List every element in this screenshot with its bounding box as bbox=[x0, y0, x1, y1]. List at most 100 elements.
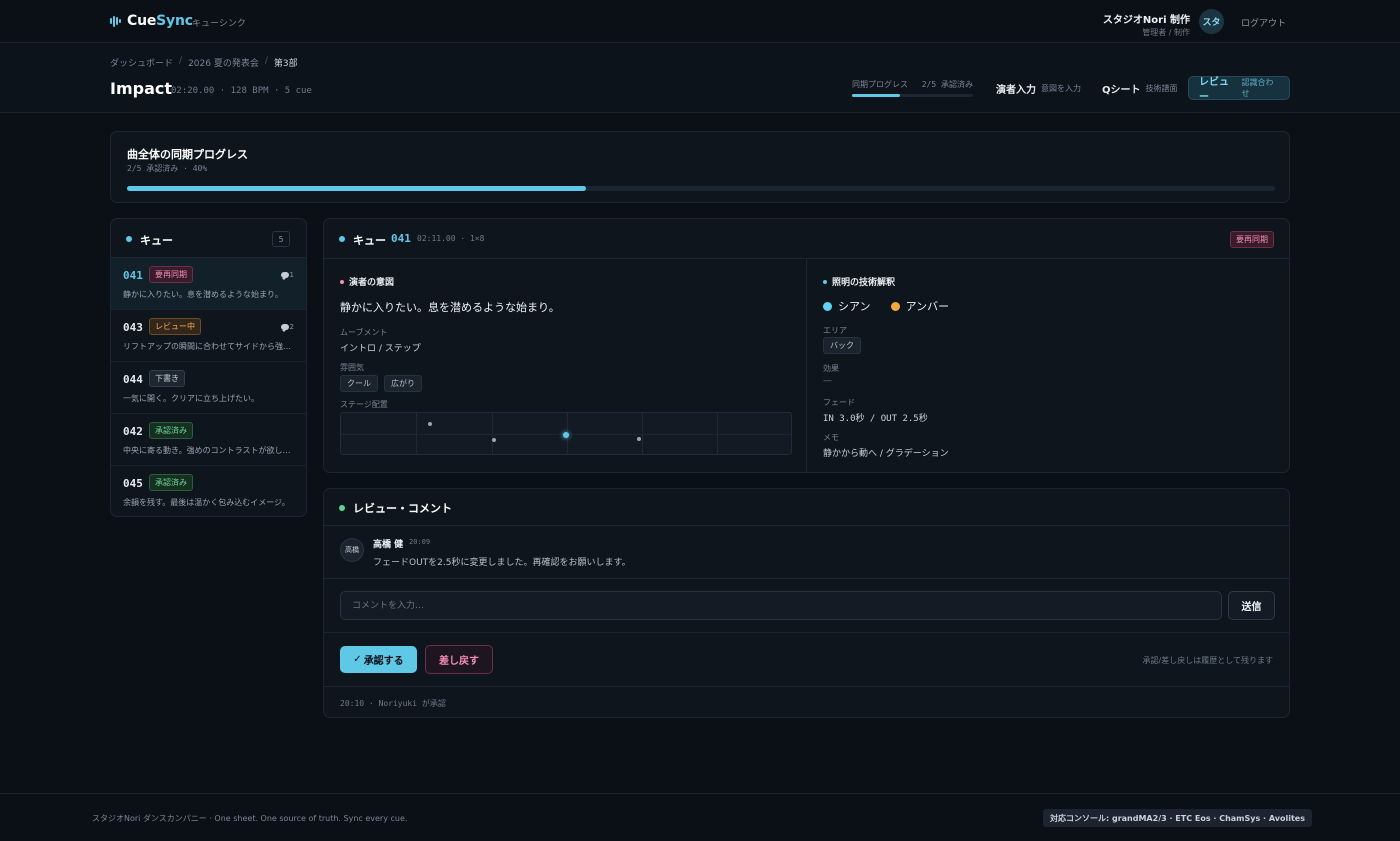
comment-icon bbox=[280, 324, 289, 332]
check-icon: ✓ bbox=[353, 654, 362, 665]
cue-number: 044 bbox=[123, 373, 143, 386]
fade-value: IN 3.0秒 / OUT 2.5秒 bbox=[823, 414, 928, 424]
comment-author: 高橋 健 bbox=[373, 540, 404, 550]
performer-intent-section: 演者の意図 静かに入りたい。息を潜めるような始まり。 ムーブメント イントロ /… bbox=[324, 259, 807, 473]
approve-button[interactable]: ✓ 承認する bbox=[340, 646, 417, 673]
nav-qsheet-label: Qシート bbox=[1102, 84, 1141, 96]
app-logo[interactable]: CueSync bbox=[110, 13, 193, 29]
nav-qsheet[interactable]: Qシート 技術譜面 bbox=[1092, 76, 1188, 100]
status-badge: 承認済み bbox=[149, 422, 193, 439]
send-back-button[interactable]: 差し戻す bbox=[425, 645, 493, 674]
action-note: 承認/差し戻しは履歴として残ります bbox=[1142, 656, 1273, 665]
cue-list-item[interactable]: 043 レビュー中リフトアップの瞬間に合わせてサイドから強く当てたい。 2 bbox=[111, 310, 306, 362]
user-name: スタジオNori 制作 bbox=[1102, 15, 1190, 26]
cue-list-header: キュー 5 bbox=[111, 219, 306, 258]
breadcrumb-separator: / bbox=[179, 56, 183, 66]
color-swatch-icon bbox=[890, 301, 900, 311]
cue-list-item[interactable]: 045 承認済み 余韻を残す。最後は温かく包み込むイメージ。 bbox=[111, 466, 306, 516]
memo-label: メモ bbox=[823, 433, 839, 442]
cue-description: 一気に開く。クリアに立ち上げたい。 bbox=[123, 394, 259, 403]
intent-text: 静かに入りたい。息を潜めるような始まり。 bbox=[340, 301, 560, 314]
cue-count-badge: 5 bbox=[272, 231, 290, 247]
send-button[interactable]: 送信 bbox=[1228, 591, 1275, 620]
cue-number: 041 bbox=[123, 269, 143, 282]
status-badge: 下書き bbox=[149, 370, 185, 387]
stage-label: ステージ配置 bbox=[340, 400, 388, 409]
cue-number: 045 bbox=[123, 477, 143, 490]
cue-detail-number: 041 bbox=[391, 232, 411, 245]
cue-detail-dot-icon bbox=[339, 236, 345, 242]
sync-progress-status: 2/5 承認済み bbox=[921, 80, 973, 89]
sync-progress-label: 同期プログレス bbox=[852, 80, 908, 89]
status-badge: 承認済み bbox=[149, 474, 193, 491]
nav-performer-input-label: 演者入力 bbox=[996, 84, 1036, 96]
stage-diagram bbox=[340, 412, 792, 455]
stage-position-marker bbox=[492, 438, 496, 442]
cue-list-dot-icon bbox=[126, 236, 132, 242]
breadcrumb-dashboard[interactable]: ダッシュボード bbox=[110, 56, 173, 69]
nav-review[interactable]: レビュー 認識合わせ bbox=[1188, 76, 1290, 103]
status-badge: 要再同期 bbox=[149, 266, 193, 283]
nav-qsheet-sub: 技術譜面 bbox=[1145, 83, 1178, 93]
movement-value: イントロ / ステップ bbox=[340, 344, 421, 354]
performer-intent-title: 演者の意図 bbox=[340, 275, 394, 288]
song-meta: 02:20.00 · 128 BPM · 5 cue bbox=[171, 86, 312, 96]
sync-progress-fill bbox=[852, 94, 901, 97]
user-info: スタジオNori 制作 管理者 / 制作 bbox=[1103, 11, 1190, 38]
breadcrumb-separator: / bbox=[264, 56, 268, 66]
logout-link[interactable]: ログアウト bbox=[1241, 16, 1286, 29]
nav-performer-input[interactable]: 演者入力 意図を入力 bbox=[986, 76, 1091, 100]
top-bar: CueSync キューシンク スタジオNori 制作 管理者 / 制作 スタ ロ… bbox=[0, 0, 1400, 43]
area-label: エリア bbox=[823, 326, 847, 335]
breadcrumb-current: 第3部 bbox=[273, 59, 298, 69]
cue-detail-panel: キュー 041 02:11.00 · 1×8 要再同期 演者の意図 静かに入りた… bbox=[323, 218, 1290, 473]
comment-input[interactable] bbox=[340, 591, 1222, 620]
comment-input-row: 送信 bbox=[324, 579, 1289, 633]
cue-detail-header: キュー 041 02:11.00 · 1×8 要再同期 bbox=[324, 219, 1289, 259]
movement-label: ムーブメント bbox=[340, 328, 388, 337]
avatar[interactable]: スタ bbox=[1199, 9, 1224, 34]
sync-progress-bar-fill bbox=[127, 186, 587, 191]
sync-progress-title: 曲全体の同期プログレス bbox=[127, 148, 248, 161]
color-list: シアン アンバー bbox=[823, 298, 949, 314]
page-title: Impact bbox=[110, 79, 173, 98]
memo-value: 静かから動へ / グラデーション bbox=[823, 449, 949, 459]
area-chip: バック bbox=[823, 337, 861, 354]
review-header: レビュー・コメント bbox=[324, 489, 1289, 526]
comment-count: 1 bbox=[280, 271, 294, 280]
status-badge: 要再同期 bbox=[1230, 231, 1274, 248]
supported-consoles-badge: 対応コンソール: grandMA2/3 · ETC Eos · ChamSys … bbox=[1043, 809, 1312, 827]
effect-value: — bbox=[823, 376, 832, 386]
status-badge: レビュー中 bbox=[149, 318, 201, 335]
stage-position-marker bbox=[637, 437, 641, 441]
mood-chip: クール bbox=[340, 375, 378, 392]
footer-tagline: スタジオNori ダンスカンパニー · One sheet. One sourc… bbox=[92, 814, 408, 823]
user-role: 管理者 / 制作 bbox=[1142, 28, 1190, 37]
cue-description: リフトアップの瞬間に合わせてサイドから強く当てたい。 bbox=[123, 342, 298, 351]
nav-review-sub: 認識合わせ bbox=[1241, 78, 1274, 98]
cue-list-title: キュー bbox=[140, 234, 173, 247]
mood-chip: 広がり bbox=[384, 375, 422, 392]
sync-progress-mini: 同期プログレス 2/5 承認済み bbox=[852, 79, 973, 97]
color-name: アンバー bbox=[905, 300, 950, 313]
intent-dot-icon bbox=[340, 279, 344, 284]
comment-icon bbox=[280, 272, 289, 280]
color-swatch-icon bbox=[823, 301, 832, 311]
commenter-avatar: 高橋 bbox=[340, 538, 364, 562]
app-subtitle: キューシンク bbox=[192, 19, 246, 29]
cue-detail-meta: 02:11.00 · 1×8 bbox=[417, 234, 485, 243]
approve-button-label: 承認する bbox=[363, 656, 404, 667]
breadcrumb-event[interactable]: 2026 夏の発表会 bbox=[188, 56, 259, 69]
effect-label: 効果 bbox=[823, 364, 839, 373]
cue-list-item[interactable]: 042 承認済み 中央に寄る動き。強めのコントラストが欲しい。 bbox=[111, 414, 306, 466]
cue-list: 041 要再同期 静かに入りたい。息を潜めるような始まり。 1 043 レビュー中 リフトア… bbox=[111, 258, 306, 516]
cue-list-item[interactable]: 044 下書き一気に開く。クリアに立ち上げたい。 bbox=[111, 362, 306, 414]
mood-label: 雰囲気 bbox=[340, 363, 364, 372]
waveform-icon bbox=[110, 15, 121, 27]
sync-progress-card: 曲全体の同期プログレス 2/5 承認済み · 40% bbox=[110, 131, 1290, 203]
cue-list-item[interactable]: 041 要再同期 静かに入りたい。息を潜めるような始まり。 1 bbox=[111, 258, 306, 310]
cue-list-panel: キュー 5 041 要再同期 静かに入りたい。息を潜めるような始まり。 1 043 レビュ… bbox=[110, 218, 307, 517]
footer: スタジオNori ダンスカンパニー · One sheet. One sourc… bbox=[0, 793, 1400, 841]
lighting-interpretation-title: 照明の技術解釈 bbox=[823, 275, 895, 288]
nav-performer-input-sub: 意図を入力 bbox=[1041, 83, 1081, 93]
